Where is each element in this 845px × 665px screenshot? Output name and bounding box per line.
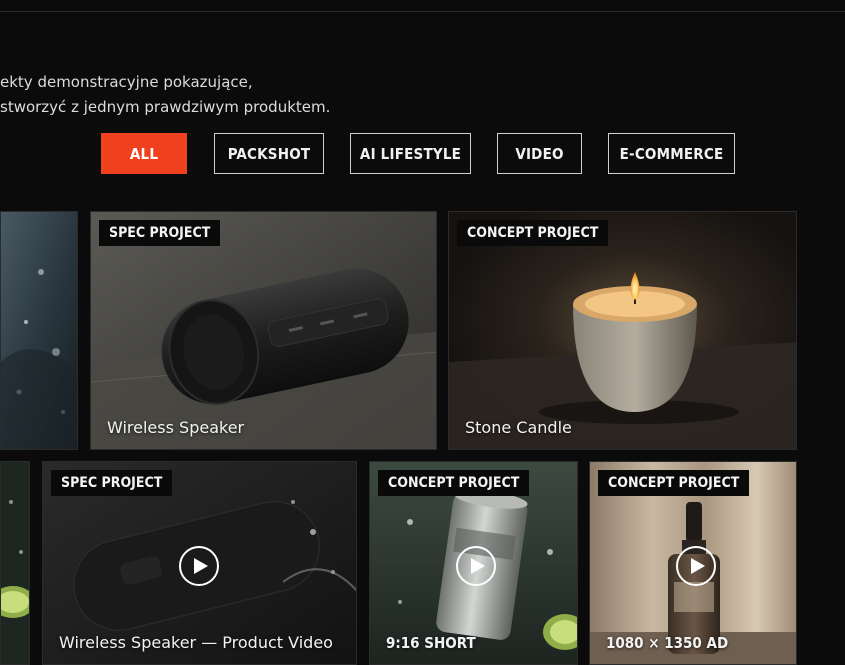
- water-splash-image: [1, 212, 77, 449]
- lime-splash-image: [1, 462, 29, 664]
- intro-text: ekty demonstracyjne pokazujące, stworzyć…: [0, 70, 330, 120]
- play-icon: [470, 558, 485, 574]
- card-badge: CONCEPT PROJECT: [457, 220, 609, 246]
- portfolio-card-stone-candle[interactable]: CONCEPT PROJECT Stone Candle: [448, 211, 797, 450]
- card-caption: Wireless Speaker — Product Video: [59, 633, 333, 652]
- card-caption: 1080 × 1350 AD: [606, 634, 729, 652]
- portfolio-card-lime-partial[interactable]: [0, 461, 30, 665]
- card-badge: SPEC PROJECT: [99, 220, 221, 246]
- intro-line-2: stworzyć z jednym prawdziwym produktem.: [0, 98, 331, 116]
- play-icon: [193, 558, 208, 574]
- filter-bar: ALL PACKSHOT AI LIFESTYLE VIDEO E-COMMER…: [0, 133, 845, 176]
- top-divider: [0, 11, 845, 12]
- speaker-image: [91, 212, 436, 449]
- intro-line-1: ekty demonstracyjne pokazujące,: [0, 73, 253, 91]
- card-caption: Wireless Speaker: [107, 418, 245, 437]
- portfolio-card-speaker-video[interactable]: SPEC PROJECT Wireless Speaker — Product …: [42, 461, 357, 665]
- play-icon: [690, 558, 705, 574]
- portfolio-card-can-short[interactable]: CONCEPT PROJECT 9:16 SHORT: [369, 461, 578, 665]
- play-button[interactable]: [179, 546, 219, 586]
- play-button[interactable]: [676, 546, 716, 586]
- portfolio-card-serum-ad[interactable]: CONCEPT PROJECT 1080 × 1350 AD: [589, 461, 797, 665]
- card-badge: CONCEPT PROJECT: [378, 470, 530, 496]
- filter-packshot-button[interactable]: PACKSHOT: [214, 133, 324, 174]
- portfolio-card-water-partial[interactable]: [0, 211, 78, 450]
- card-badge: SPEC PROJECT: [51, 470, 173, 496]
- filter-all-button[interactable]: ALL: [101, 133, 187, 174]
- filter-ai-lifestyle-button[interactable]: AI LIFESTYLE: [350, 133, 471, 174]
- candle-image: [449, 212, 796, 449]
- card-caption: Stone Candle: [465, 418, 572, 437]
- filter-ecommerce-button[interactable]: E-COMMERCE: [608, 133, 735, 174]
- filter-video-button[interactable]: VIDEO: [497, 133, 582, 174]
- card-caption: 9:16 SHORT: [386, 634, 476, 652]
- card-badge: CONCEPT PROJECT: [598, 470, 750, 496]
- portfolio-card-wireless-speaker[interactable]: SPEC PROJECT Wireless Speaker: [90, 211, 437, 450]
- play-button[interactable]: [456, 546, 496, 586]
